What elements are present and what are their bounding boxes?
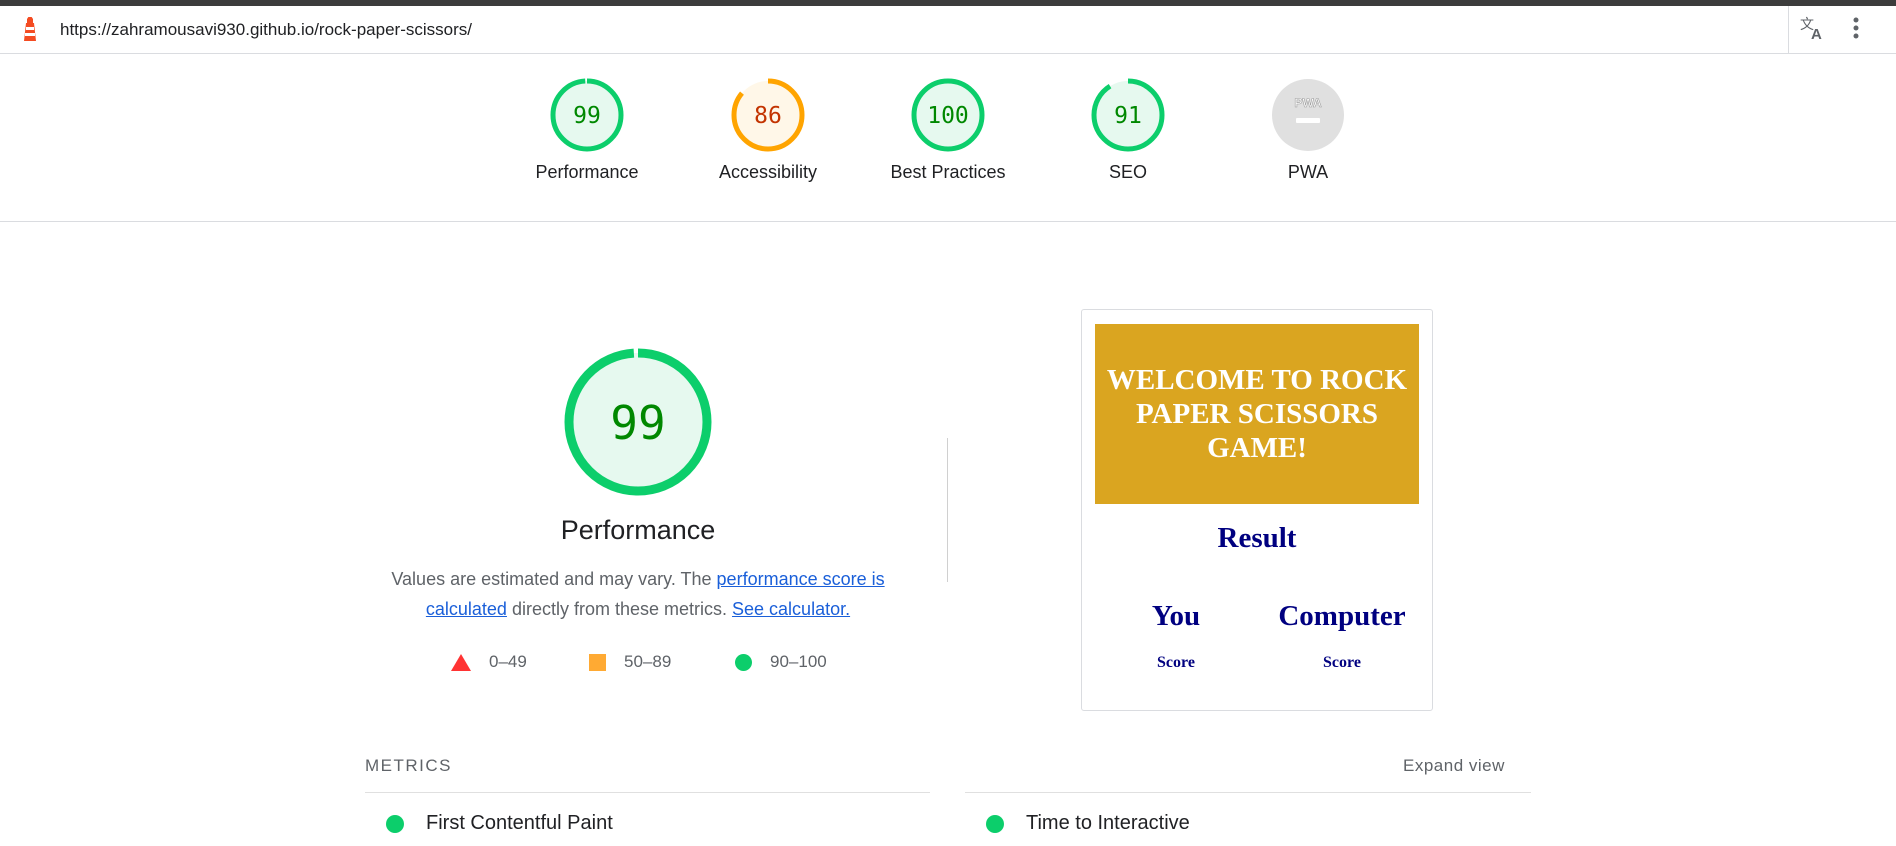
see-calculator-link[interactable]: See calculator. [732, 599, 850, 619]
gauge-label: Best Practices [890, 162, 1006, 182]
legend-range: 50–89 [624, 652, 672, 671]
svg-text:86: 86 [754, 103, 782, 129]
svg-text:91: 91 [1114, 103, 1142, 129]
square-icon [589, 653, 606, 671]
final-screenshot[interactable]: WELCOME TO ROCK PAPER SCISSORS GAME! Res… [1081, 309, 1433, 711]
game-result-heading: Result [1217, 522, 1297, 554]
lighthouse-icon [18, 16, 42, 43]
divider [365, 792, 930, 793]
translate-icon: 文 A [1799, 15, 1825, 46]
gauge-ring-accessibility: 86 [731, 78, 805, 152]
gauge-performance[interactable]: 99 Performance [507, 78, 667, 183]
legend-range: 90–100 [770, 652, 827, 671]
performance-title: Performance [560, 515, 716, 545]
performance-description: Values are estimated and may vary. The p… [378, 564, 898, 624]
legend-fail: 0–49 [451, 652, 527, 672]
legend-average: 50–89 [589, 652, 671, 672]
svg-text:PWA: PWA [1294, 96, 1322, 110]
translate-button[interactable]: 文 A [1788, 6, 1835, 54]
gauge-ring-performance: 99 [550, 78, 624, 152]
you-score-label: Score [1157, 654, 1195, 671]
expand-view-toggle[interactable]: Expand view [1403, 756, 1505, 776]
metric-label: First Contentful Paint [426, 812, 613, 834]
gauge-ring-best-practices: 100 [911, 78, 985, 152]
scores-header: 99 Performance 86 Accessibility 100 Best… [0, 54, 1896, 222]
metric-label: Time to Interactive [1026, 812, 1190, 834]
pass-circle-icon [386, 814, 404, 833]
legend-pass: 90–100 [735, 652, 827, 672]
computer-score-label: Score [1323, 654, 1361, 671]
player-you-label: You [1151, 600, 1201, 632]
metric-first-contentful-paint[interactable]: First Contentful Paint [386, 812, 613, 835]
description-text: Values are estimated and may vary. The [391, 569, 717, 589]
gauge-label: Performance [535, 162, 639, 182]
gauge-label: SEO [1108, 162, 1147, 182]
pass-circle-icon [986, 814, 1004, 833]
divider [965, 792, 1531, 793]
legend-range: 0–49 [489, 652, 527, 671]
gauge-label: Accessibility [718, 162, 818, 182]
svg-text:A: A [1811, 26, 1822, 41]
circle-icon [735, 653, 752, 671]
more-menu-button[interactable] [1836, 6, 1876, 54]
gauge-accessibility[interactable]: 86 Accessibility [688, 78, 848, 183]
metric-time-to-interactive[interactable]: Time to Interactive [986, 812, 1190, 835]
gauge-best-practices[interactable]: 100 Best Practices [868, 78, 1028, 183]
metrics-header: METRICS [365, 756, 452, 775]
url-text[interactable]: https://zahramousavi930.github.io/rock-p… [60, 20, 472, 40]
description-text: directly from these metrics. [506, 599, 733, 619]
svg-text:99: 99 [610, 396, 665, 450]
player-computer-label: Computer [1278, 600, 1406, 632]
more-vert-icon [1853, 16, 1859, 45]
svg-text:99: 99 [573, 103, 601, 129]
gauge-label: PWA [1287, 162, 1329, 182]
divider [947, 438, 948, 582]
gauge-seo[interactable]: 91 SEO [1048, 78, 1208, 183]
triangle-icon [451, 653, 471, 671]
game-banner: WELCOME TO ROCK PAPER SCISSORS GAME! [1095, 324, 1419, 504]
pwa-badge-icon: PWA [1272, 79, 1344, 151]
svg-text:100: 100 [927, 103, 969, 129]
performance-gauge: 99 [564, 348, 712, 496]
gauge-ring-seo: 91 [1091, 78, 1165, 152]
address-bar: https://zahramousavi930.github.io/rock-p… [0, 6, 1896, 54]
gauge-pwa[interactable]: PWA PWA [1228, 78, 1388, 183]
